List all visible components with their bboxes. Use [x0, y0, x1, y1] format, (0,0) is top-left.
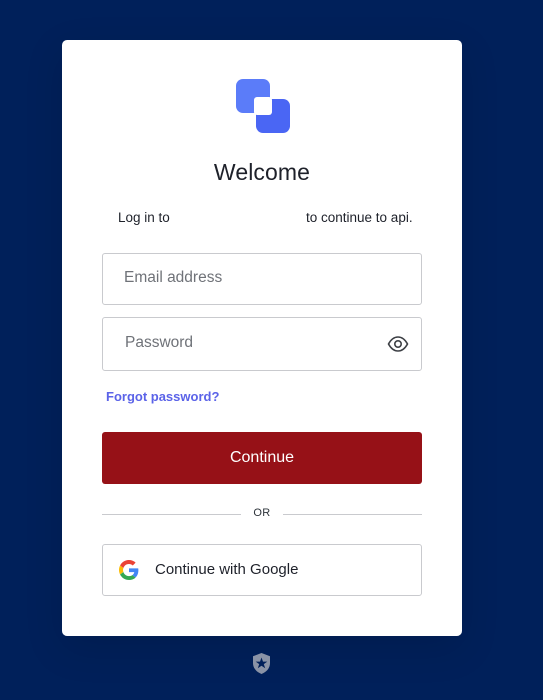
continue-with-google-button[interactable]: Continue with Google	[102, 544, 422, 596]
login-subtitle: Log in to to continue to api.	[62, 210, 462, 228]
divider-line-right	[283, 514, 422, 515]
or-divider: OR	[102, 506, 422, 522]
google-icon	[119, 560, 139, 580]
page-background: Welcome Log in to to continue to api. Em…	[0, 0, 543, 700]
password-placeholder: Password	[125, 334, 194, 351]
eye-icon[interactable]	[387, 334, 409, 354]
login-card: Welcome Log in to to continue to api. Em…	[62, 40, 462, 636]
email-placeholder: Email address	[124, 269, 223, 286]
subtitle-suffix: to continue to api.	[306, 210, 413, 225]
continue-button[interactable]: Continue	[102, 432, 422, 484]
shield-star-icon	[253, 653, 270, 674]
google-button-label: Continue with Google	[155, 561, 299, 578]
email-field[interactable]: Email address	[102, 253, 422, 305]
page-title: Welcome	[213, 159, 311, 185]
brand-logo-icon	[236, 79, 290, 133]
divider-label: OR	[253, 507, 271, 519]
password-field[interactable]: Password	[102, 317, 422, 371]
subtitle-prefix: Log in to	[118, 210, 170, 225]
forgot-password-link[interactable]: Forgot password?	[106, 389, 219, 404]
